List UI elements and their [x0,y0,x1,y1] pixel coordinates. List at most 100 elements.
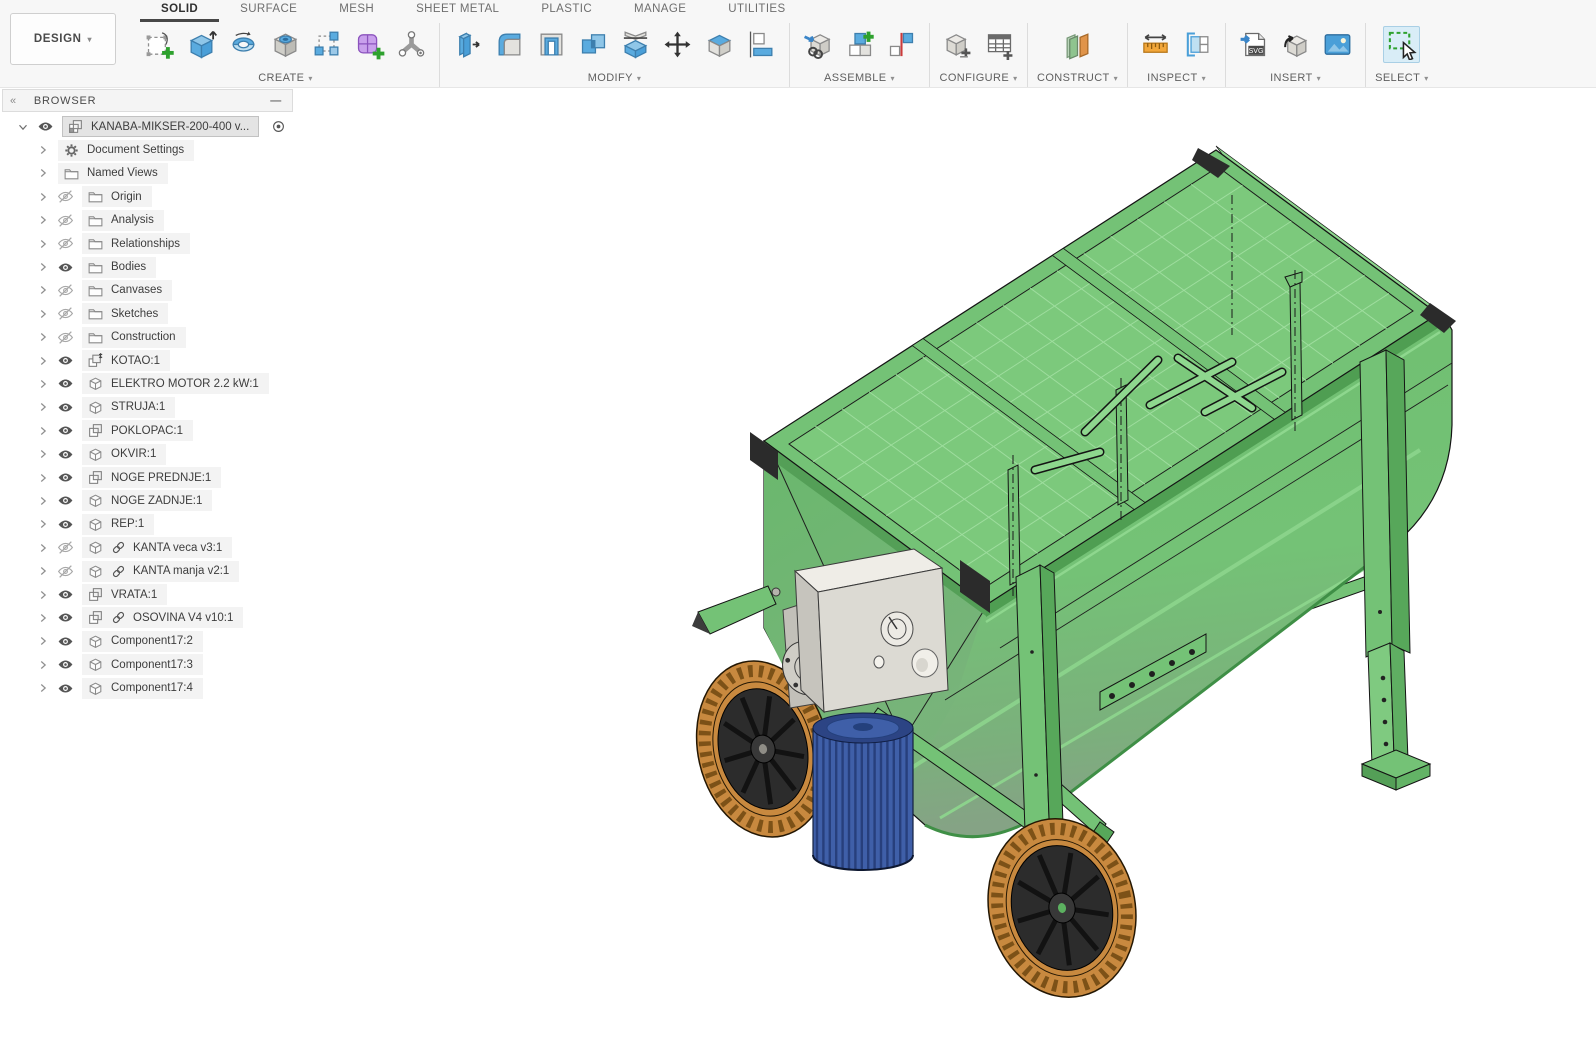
visibility-off-icon[interactable] [57,282,74,299]
fillet-icon[interactable] [491,26,528,63]
tree-row[interactable]: Named Views [2,162,293,185]
tree-row[interactable]: REP:1 [2,513,293,536]
pattern-icon[interactable] [309,26,346,63]
expand-chevron-icon[interactable] [36,447,50,461]
expand-chevron-icon[interactable] [36,283,50,297]
tree-row[interactable]: Analysis [2,209,293,232]
expand-chevron-icon[interactable] [36,658,50,672]
expand-chevron-icon[interactable] [36,354,50,368]
tree-row[interactable]: STRUJA:1 [2,396,293,419]
pipe-icon[interactable] [393,26,430,63]
tree-item[interactable]: KANABA-MIKSER-200-400 v... [62,116,259,137]
joint-icon[interactable] [883,26,920,63]
tree-item[interactable]: Analysis [82,210,164,231]
tree-item[interactable]: POKLOPAC:1 [82,420,193,441]
visibility-on-icon[interactable] [57,399,74,416]
expand-chevron-icon[interactable] [36,681,50,695]
tab-solid[interactable]: SOLID [140,0,219,22]
expand-chevron-icon[interactable] [16,120,30,134]
configuration-table-icon[interactable] [981,26,1018,63]
tree-row[interactable]: Canvases [2,279,293,302]
visibility-off-icon[interactable] [57,539,74,556]
tree-row[interactable]: POKLOPAC:1 [2,419,293,442]
insert-into-design-icon[interactable] [799,26,836,63]
tree-row[interactable]: Component17:4 [2,676,293,699]
group-dropdown-construct[interactable]: CONSTRUCT▾ [1037,72,1118,84]
visibility-on-icon[interactable] [57,446,74,463]
expand-chevron-icon[interactable] [36,307,50,321]
visibility-off-icon[interactable] [57,235,74,252]
select-icon[interactable] [1383,26,1420,63]
align-icon[interactable] [743,26,780,63]
insert-derive-icon[interactable] [1277,26,1314,63]
group-dropdown-select[interactable]: SELECT▾ [1375,72,1429,84]
expand-chevron-icon[interactable] [36,237,50,251]
tree-item[interactable]: Construction [82,327,186,348]
tree-item[interactable]: Sketches [82,303,168,324]
group-dropdown-inspect[interactable]: INSPECT▾ [1147,72,1206,84]
tree-item[interactable]: Bodies [82,257,156,278]
expand-chevron-icon[interactable] [36,634,50,648]
tree-item[interactable]: Component17:2 [82,631,203,652]
tree-root-row[interactable]: KANABA-MIKSER-200-400 v... [2,115,293,138]
shell-icon[interactable] [533,26,570,63]
expand-chevron-icon[interactable] [36,517,50,531]
expand-chevron-icon[interactable] [36,260,50,274]
tab-sheet-metal[interactable]: SHEET METAL [395,0,520,22]
tree-row[interactable]: NOGE PREDNJE:1 [2,466,293,489]
minimize-panel-icon[interactable]: — [270,95,282,107]
group-dropdown-insert[interactable]: INSERT▾ [1270,72,1321,84]
visibility-off-icon[interactable] [57,188,74,205]
extrude-icon[interactable] [183,26,220,63]
tree-item[interactable]: Document Settings [58,140,194,161]
create-form-icon[interactable] [351,26,388,63]
tree-item[interactable]: NOGE ZADNJE:1 [82,490,212,511]
expand-chevron-icon[interactable] [36,494,50,508]
tree-item[interactable]: Component17:4 [82,678,203,699]
tree-row[interactable]: KOTAO:1 [2,349,293,372]
tree-row[interactable]: KANTA manja v2:1 [2,559,293,582]
tab-surface[interactable]: SURFACE [219,0,318,22]
expand-chevron-icon[interactable] [36,377,50,391]
tab-manage[interactable]: MANAGE [613,0,707,22]
visibility-on-icon[interactable] [57,422,74,439]
visibility-on-icon[interactable] [57,516,74,533]
press-pull-icon[interactable] [449,26,486,63]
new-component-icon[interactable] [841,26,878,63]
tree-row[interactable]: VRATA:1 [2,583,293,606]
visibility-off-icon[interactable] [57,212,74,229]
measure-icon[interactable] [1137,26,1174,63]
expand-chevron-icon[interactable] [36,564,50,578]
visibility-off-icon[interactable] [57,305,74,322]
tree-row[interactable]: OSOVINA V4 v10:1 [2,606,293,629]
workspace-switcher-button[interactable]: DESIGN ▾ [10,13,116,65]
visibility-on-icon[interactable] [57,656,74,673]
offset-face-icon[interactable] [701,26,738,63]
move-icon[interactable] [659,26,696,63]
expand-chevron-icon[interactable] [36,541,50,555]
expand-chevron-icon[interactable] [36,400,50,414]
tree-row[interactable]: ELEKTRO MOTOR 2.2 kW:1 [2,372,293,395]
tree-row[interactable]: KANTA veca v3:1 [2,536,293,559]
visibility-on-icon[interactable] [57,609,74,626]
expand-chevron-icon[interactable] [36,143,50,157]
visibility-off-icon[interactable] [57,329,74,346]
tree-row[interactable]: Document Settings [2,138,293,161]
visibility-on-icon[interactable] [57,586,74,603]
tree-row[interactable]: Construction [2,326,293,349]
tree-item[interactable]: Named Views [58,163,168,184]
visibility-on-icon[interactable] [57,352,74,369]
tab-plastic[interactable]: PLASTIC [520,0,613,22]
visibility-on-icon[interactable] [57,492,74,509]
tree-item[interactable]: REP:1 [82,514,154,535]
visibility-on-icon[interactable] [37,118,54,135]
tree-row[interactable]: NOGE ZADNJE:1 [2,489,293,512]
tree-item[interactable]: OSOVINA V4 v10:1 [82,607,243,628]
construction-plane-icon[interactable] [1059,26,1096,63]
tree-row[interactable]: Component17:3 [2,653,293,676]
tree-row[interactable]: Origin [2,185,293,208]
visibility-off-icon[interactable] [57,563,74,580]
tree-item[interactable]: STRUJA:1 [82,397,175,418]
visibility-on-icon[interactable] [57,633,74,650]
tree-item[interactable]: KOTAO:1 [82,350,170,371]
